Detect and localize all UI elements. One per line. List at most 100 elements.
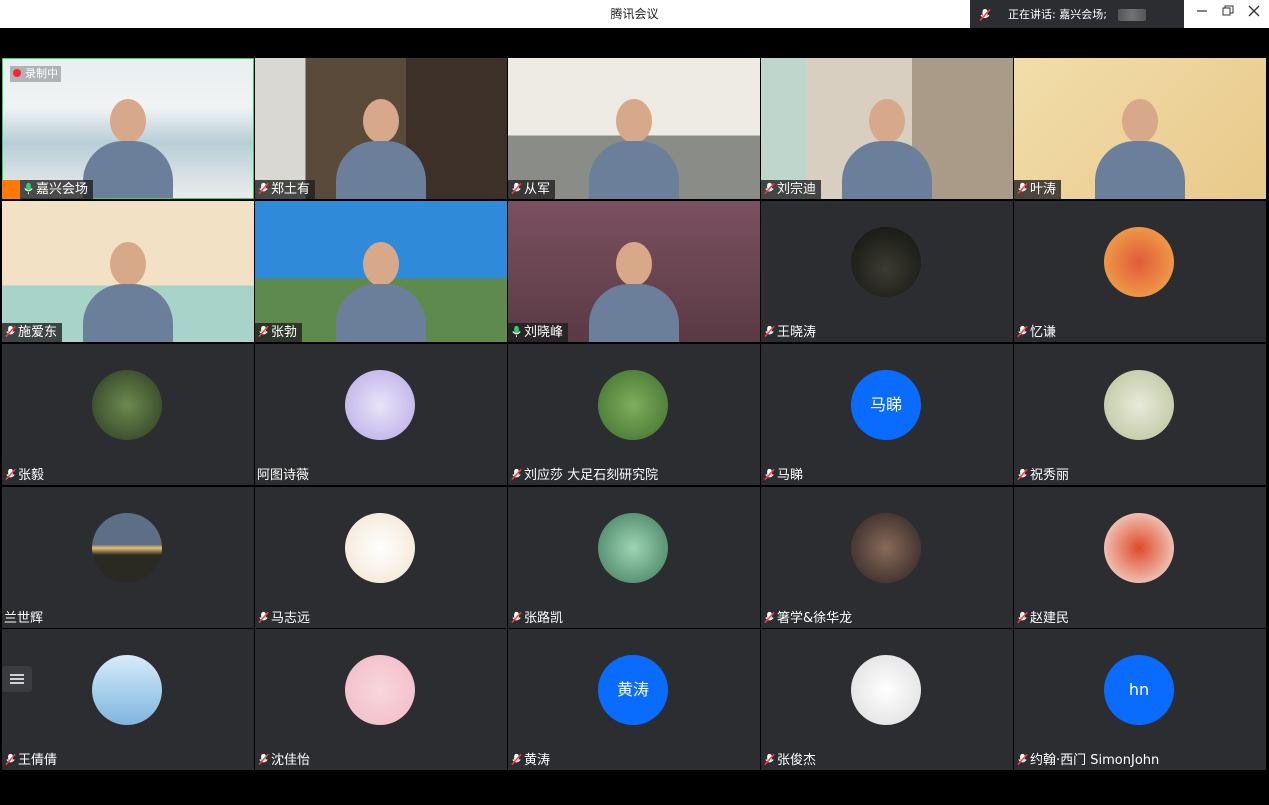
minimize-button[interactable] — [1188, 0, 1216, 28]
mic-muted-icon — [1017, 611, 1028, 624]
participant-tile[interactable]: 马志远 — [255, 487, 507, 628]
participant-name-tag: 张路凯 — [508, 609, 568, 628]
participant-tile[interactable]: hn 约翰·西门 SimonJohn — [1014, 629, 1266, 770]
mic-muted-icon — [511, 611, 522, 624]
avatar — [598, 513, 668, 583]
mic-muted-icon — [764, 182, 775, 195]
participant-video — [336, 89, 426, 199]
avatar — [851, 655, 921, 725]
restore-button[interactable] — [1214, 0, 1242, 28]
participant-name: 从军 — [524, 182, 551, 197]
participant-name-tag: 阿图诗薇 — [255, 466, 314, 485]
participant-name: 沈佳怡 — [271, 753, 311, 768]
participant-tile[interactable]: 马睇 马睇 — [761, 344, 1013, 485]
participant-tile[interactable]: 兰世辉 — [2, 487, 254, 628]
avatar — [1104, 370, 1174, 440]
participant-tile[interactable]: 从军 — [508, 58, 760, 199]
recording-label: 录制中 — [25, 67, 58, 80]
minimize-icon — [1197, 10, 1207, 12]
participant-name-tag: 张毅 — [2, 466, 49, 485]
mic-muted-icon — [979, 8, 991, 22]
mic-muted-icon — [258, 753, 269, 766]
participant-name: 黄涛 — [524, 753, 551, 768]
participant-name-tag: 刘晓峰 — [508, 323, 569, 342]
participant-name: 刘宗迪 — [777, 182, 817, 197]
avatar — [92, 370, 162, 440]
mic-muted-icon — [5, 325, 16, 338]
participant-name-tag: 叶涛 — [1014, 180, 1062, 199]
participant-tile[interactable]: 阿图诗薇 — [255, 344, 507, 485]
participant-name-tag: 沈佳怡 — [255, 751, 315, 770]
participant-tile[interactable]: 忆谦 — [1014, 201, 1266, 342]
mic-on-icon — [512, 325, 521, 338]
mic-muted-icon — [764, 325, 775, 338]
mic-muted-icon — [1017, 753, 1028, 766]
mic-muted-icon — [511, 468, 522, 481]
participant-list-button[interactable] — [2, 666, 32, 692]
speaking-indicator: 正在讲话: 嘉兴会场; — [970, 0, 1184, 30]
bottom-letterbox — [0, 772, 1269, 805]
participant-name: 王倩倩 — [18, 753, 58, 768]
participant-name: 刘应莎 大足石刻研究院 — [524, 468, 659, 483]
participant-tile[interactable]: 张毅 — [2, 344, 254, 485]
blurred-avatar — [1118, 9, 1146, 21]
speaking-text: 正在讲话: 嘉兴会场; — [1008, 8, 1107, 21]
participant-tile[interactable]: 黄涛 黄涛 — [508, 629, 760, 770]
participant-name: 张俊杰 — [777, 753, 817, 768]
participant-tile[interactable]: 郑土有 — [255, 58, 507, 199]
participant-name: 赵建民 — [1030, 611, 1070, 626]
participant-name: 张路凯 — [524, 611, 564, 626]
participant-tile[interactable]: 张路凯 — [508, 487, 760, 628]
participant-name: 张毅 — [18, 468, 45, 483]
participant-name: 箸学&徐华龙 — [777, 611, 853, 626]
mic-muted-icon — [1017, 468, 1028, 481]
participant-name: 马睇 — [777, 468, 804, 483]
mic-muted-icon — [5, 753, 16, 766]
participant-tile[interactable]: 箸学&徐华龙 — [761, 487, 1013, 628]
participant-name-tag: 王晓涛 — [761, 323, 821, 342]
participant-tile[interactable]: 王晓涛 — [761, 201, 1013, 342]
participant-name: 叶涛 — [1030, 182, 1057, 197]
participant-tile[interactable]: 张俊杰 — [761, 629, 1013, 770]
participant-tile[interactable]: 祝秀丽 — [1014, 344, 1266, 485]
participant-video — [589, 89, 679, 199]
avatar — [598, 370, 668, 440]
participant-video — [1095, 89, 1185, 199]
participant-tile[interactable]: 刘晓峰 — [508, 201, 760, 342]
participant-tile[interactable]: 沈佳怡 — [255, 629, 507, 770]
participant-name-tag: 祝秀丽 — [1014, 466, 1074, 485]
mic-muted-icon — [511, 182, 522, 195]
recording-indicator: 录制中 — [10, 66, 61, 82]
participant-name: 施爱东 — [18, 325, 58, 340]
participant-name: 刘晓峰 — [524, 325, 564, 340]
participant-name: 马志远 — [271, 611, 311, 626]
avatar: 黄涛 — [598, 655, 668, 725]
participant-tile[interactable]: 王倩倩 — [2, 629, 254, 770]
participant-name-tag: 从军 — [508, 180, 556, 199]
participant-tile[interactable]: 张勃 — [255, 201, 507, 342]
participant-name-tag: 箸学&徐华龙 — [761, 609, 857, 628]
participant-tile[interactable]: 施爱东 — [2, 201, 254, 342]
participant-tile[interactable]: 叶涛 — [1014, 58, 1266, 199]
avatar — [92, 655, 162, 725]
participant-name: 阿图诗薇 — [257, 468, 310, 483]
participant-tile[interactable]: 录制中嘉兴会场 — [2, 58, 254, 199]
avatar — [345, 370, 415, 440]
host-icon — [2, 180, 20, 199]
participant-video — [589, 232, 679, 342]
close-button[interactable] — [1240, 0, 1268, 28]
mic-muted-icon — [1017, 182, 1028, 195]
participant-name: 忆谦 — [1030, 325, 1057, 340]
close-icon — [1248, 5, 1260, 17]
participant-tile[interactable]: 刘宗迪 — [761, 58, 1013, 199]
participant-tile[interactable]: 刘应莎 大足石刻研究院 — [508, 344, 760, 485]
participant-name: 王晓涛 — [777, 325, 817, 340]
avatar — [345, 655, 415, 725]
participant-tile[interactable]: 赵建民 — [1014, 487, 1266, 628]
mic-muted-icon — [764, 468, 775, 481]
participant-name-tag: 约翰·西门 SimonJohn — [1014, 751, 1164, 770]
avatar — [345, 513, 415, 583]
participant-name-tag: 嘉兴会场 — [2, 180, 94, 199]
participant-name: 嘉兴会场 — [36, 182, 89, 197]
participant-name-tag: 兰世辉 — [2, 609, 48, 628]
